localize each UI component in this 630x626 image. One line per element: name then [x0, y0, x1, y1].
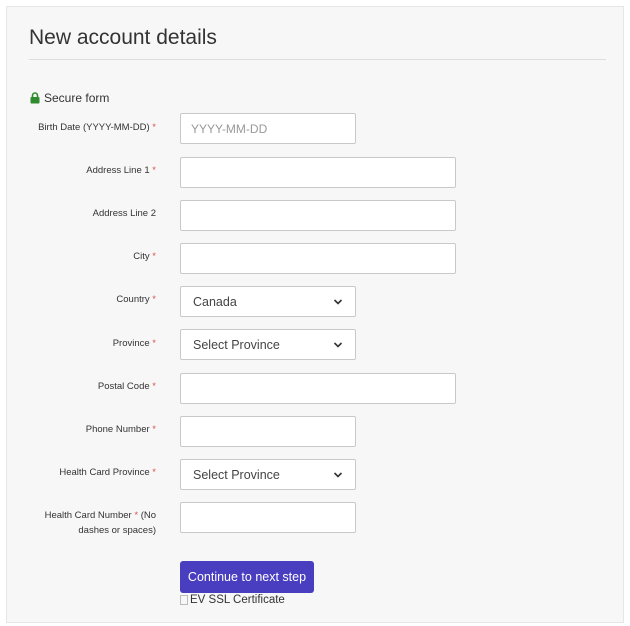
birth-date-input[interactable]	[180, 113, 356, 144]
health-card-number-label: Health Card Number * (No dashes or space…	[44, 510, 156, 536]
address-line-2-input[interactable]	[180, 200, 456, 231]
health-card-province-selected-value: Select Province	[193, 467, 280, 482]
health-card-province-select[interactable]: Select Province	[180, 459, 356, 490]
postal-code-input[interactable]	[180, 373, 456, 404]
birth-date-label: Birth Date (YYYY-MM-DD) *	[38, 122, 156, 133]
ev-ssl-certificate-image: EV SSL Certificate	[180, 594, 285, 606]
divider	[29, 59, 606, 60]
health-card-province-label: Health Card Province *	[59, 467, 156, 478]
continue-button[interactable]: Continue to next step	[180, 561, 314, 593]
city-input[interactable]	[180, 243, 456, 274]
country-selected-value: Canada	[193, 294, 237, 309]
province-select[interactable]: Select Province	[180, 329, 356, 360]
ev-ssl-certificate-alt-text: EV SSL Certificate	[190, 594, 285, 606]
phone-number-input[interactable]	[180, 416, 356, 447]
chevron-down-icon	[333, 471, 343, 478]
city-label: City *	[133, 251, 156, 262]
page-title: New account details	[29, 26, 217, 49]
address-line-2-label: Address Line 2	[92, 208, 156, 219]
secure-form-label: Secure form	[44, 91, 110, 105]
phone-number-label: Phone Number *	[85, 424, 156, 435]
secure-form-note: Secure form	[30, 91, 109, 105]
chevron-down-icon	[333, 341, 343, 348]
postal-code-label: Postal Code *	[97, 381, 156, 392]
lock-icon	[30, 92, 40, 104]
broken-image-icon	[180, 595, 188, 605]
address-line-1-label: Address Line 1 *	[86, 165, 156, 176]
province-label: Province *	[112, 338, 156, 349]
chevron-down-icon	[333, 298, 343, 305]
country-select[interactable]: Canada	[180, 286, 356, 317]
address-line-1-input[interactable]	[180, 157, 456, 188]
country-label: Country *	[116, 294, 156, 305]
province-selected-value: Select Province	[193, 337, 280, 352]
health-card-number-input[interactable]	[180, 502, 356, 533]
